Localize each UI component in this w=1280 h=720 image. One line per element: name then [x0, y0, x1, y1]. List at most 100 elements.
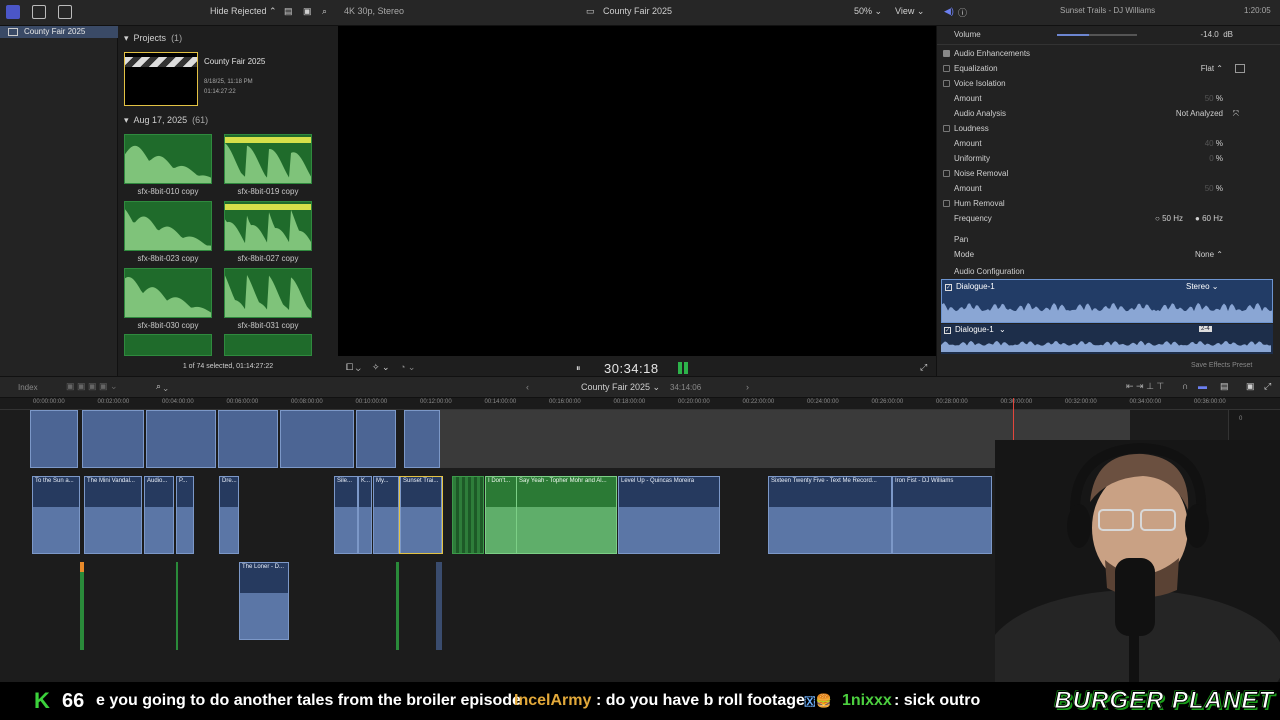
clip-thumb[interactable] [224, 134, 312, 184]
audio-clip[interactable]: P... [176, 476, 194, 554]
equalization-checkbox[interactable] [943, 65, 950, 72]
project-thumbnail[interactable] [124, 52, 198, 106]
audio-clip[interactable]: K... [358, 476, 372, 554]
fullscreen-icon[interactable]: ⤢ [920, 362, 927, 373]
back-arrow-icon[interactable]: ‹ [526, 382, 529, 392]
fullscreen-icon[interactable]: ⤢ [1264, 381, 1271, 392]
event-header[interactable]: ▾ Aug 17, 2025 (61) [124, 115, 208, 126]
edit-tools-icon[interactable]: ▣ ▣ ▣ ▣ ⌄ [66, 381, 118, 392]
viewer-screen[interactable] [338, 26, 936, 356]
frequency-label: Frequency [954, 214, 992, 223]
thin-clip[interactable] [396, 562, 399, 650]
select-tool-icon[interactable]: ⌕ ⌄ [156, 381, 168, 392]
dialogue-checkbox[interactable]: ✓ [945, 284, 952, 291]
zoom-tools-icon[interactable]: ⇤ ⇥ ⊥ ⊤ [1126, 381, 1164, 392]
audio-clip[interactable]: The Loner - D... [239, 562, 289, 640]
speed-icon[interactable]: ◔ ⌄ [400, 362, 415, 373]
titles-icon[interactable] [58, 5, 72, 19]
voice-isolation-checkbox[interactable] [943, 80, 950, 87]
storyline-audio-clip[interactable] [356, 410, 396, 468]
enhancements-header[interactable]: Audio Enhancements [937, 46, 1280, 61]
freq-60-option[interactable]: ● 60 Hz [1195, 211, 1223, 226]
audio-clip[interactable]: To the Sun a... [32, 476, 80, 554]
mode-row: Mode None ⌃ [937, 247, 1280, 262]
clip-thumb-partial[interactable] [224, 334, 312, 356]
eq-dropdown[interactable]: Flat ⌃ [1201, 61, 1223, 76]
audio-clip[interactable]: Say Yeah - Topher Mohr and Al... [516, 476, 617, 554]
audio-clip[interactable]: Level Up - Quincas Moreira [618, 476, 720, 554]
search-icon[interactable]: ⌕ [322, 6, 327, 17]
enhance-icon[interactable]: ✧ ⌄ [372, 362, 390, 373]
timeline-project-dropdown[interactable]: County Fair 2025 ⌄ [581, 382, 660, 393]
transform-icon[interactable]: ⧠ ⌄ [346, 362, 361, 373]
audio-clip[interactable]: I Don't... [485, 476, 517, 554]
zoom-dropdown[interactable]: 50% ⌄ [854, 6, 882, 17]
volume-slider[interactable] [1057, 34, 1137, 36]
audio-clip[interactable]: The Mini Vandal... [84, 476, 142, 554]
clip-thumb[interactable] [124, 268, 212, 318]
storyline-audio-clip[interactable] [280, 410, 354, 468]
info-icon[interactable]: ⓘ [958, 6, 967, 19]
clip-appearance-icon[interactable]: ▤ [1220, 381, 1229, 392]
audio-analysis-label: Audio Analysis [954, 109, 1007, 118]
audio-clip[interactable]: Iron Fist - DJ Williams [892, 476, 992, 554]
storyline-audio-clip[interactable] [218, 410, 278, 468]
amount-value[interactable]: 50 % [1205, 91, 1223, 106]
clip-thumb[interactable] [124, 134, 212, 184]
enhancements-checkbox[interactable] [943, 50, 950, 57]
view-dropdown[interactable]: View ⌄ [895, 6, 924, 17]
eq-graph-icon[interactable] [1235, 64, 1245, 73]
freq-50-option[interactable]: ○ 50 Hz [1155, 211, 1183, 226]
storyline-audio-clip[interactable] [404, 410, 440, 468]
chevron-down-icon[interactable]: ⌄ [999, 325, 1006, 334]
timeline-index-icon[interactable]: ▣ [1246, 381, 1255, 392]
list-view-icon[interactable]: ▣ [303, 6, 312, 17]
clip-thumb-partial[interactable] [124, 334, 212, 356]
dialogue-channel-2[interactable]: ✓ Dialogue-1 ⌄ 2-4 [941, 324, 1273, 354]
thin-clip[interactable] [176, 562, 178, 650]
loudness-checkbox[interactable] [943, 125, 950, 132]
save-preset-button[interactable]: Save Effects Preset [1191, 362, 1252, 369]
library-item[interactable]: County Fair 2025 [0, 26, 118, 38]
amount-value[interactable]: 50 % [1205, 181, 1223, 196]
timeline-ruler[interactable]: 00:00:00:00 00:02:00:00 00:04:00:00 00:06:0… [0, 398, 1280, 410]
index-button[interactable]: Index [18, 383, 38, 392]
clip-thumb[interactable] [224, 268, 312, 318]
amount-value[interactable]: 40 % [1205, 136, 1223, 151]
dialogue-checkbox[interactable]: ✓ [944, 327, 951, 334]
clip-thumb[interactable] [124, 201, 212, 251]
channel-dropdown[interactable]: Stereo ⌄ [1186, 282, 1219, 291]
connected-video-clip[interactable] [452, 476, 484, 554]
storyline-audio-clip[interactable] [30, 410, 78, 468]
audio-clip[interactable]: Sile... [334, 476, 358, 554]
hum-removal-checkbox[interactable] [943, 200, 950, 207]
storyline-audio-clip[interactable] [82, 410, 144, 468]
pause-icon[interactable]: ⏸ [576, 363, 581, 374]
forward-arrow-icon[interactable]: › [746, 382, 749, 392]
storyline-audio-clip[interactable] [146, 410, 216, 468]
clip-thumb[interactable] [224, 201, 312, 251]
enhancements-label: Audio Enhancements [954, 49, 1031, 58]
library-icon[interactable] [6, 5, 20, 19]
headphones-icon[interactable]: ∩ [1182, 381, 1188, 391]
mode-dropdown[interactable]: None ⌃ [1195, 247, 1223, 262]
audio-clip[interactable]: Dre... [219, 476, 239, 554]
thin-clip[interactable] [436, 562, 442, 650]
snapping-icon[interactable]: ▬ [1198, 381, 1207, 391]
thin-clip[interactable] [80, 562, 84, 650]
audio-inspector-icon[interactable]: ◀) [944, 6, 954, 17]
marker[interactable] [80, 562, 84, 572]
projects-header[interactable]: ▾ Projects (1) [124, 33, 182, 44]
photos-icon[interactable] [32, 5, 46, 19]
dialogue-channel-1[interactable]: ✓ Dialogue-1 Stereo ⌄ [941, 279, 1273, 323]
inspector-title: Sunset Trails - DJ Williams [1060, 6, 1156, 15]
audio-clip[interactable]: My... [373, 476, 399, 554]
clip-appearance-icon[interactable]: ▤ [284, 6, 293, 17]
audio-clip[interactable]: Audio... [144, 476, 174, 554]
audio-clip[interactable]: Sixteen Twenty Five - Text Me Record... [768, 476, 892, 554]
magic-wand-icon[interactable]: ⤧ [1233, 106, 1239, 121]
noise-removal-checkbox[interactable] [943, 170, 950, 177]
filter-dropdown[interactable]: Hide Rejected ⌃ [210, 6, 277, 17]
uniformity-value[interactable]: 0 % [1209, 151, 1223, 166]
volume-value[interactable]: -14.0 dB [1201, 27, 1233, 42]
